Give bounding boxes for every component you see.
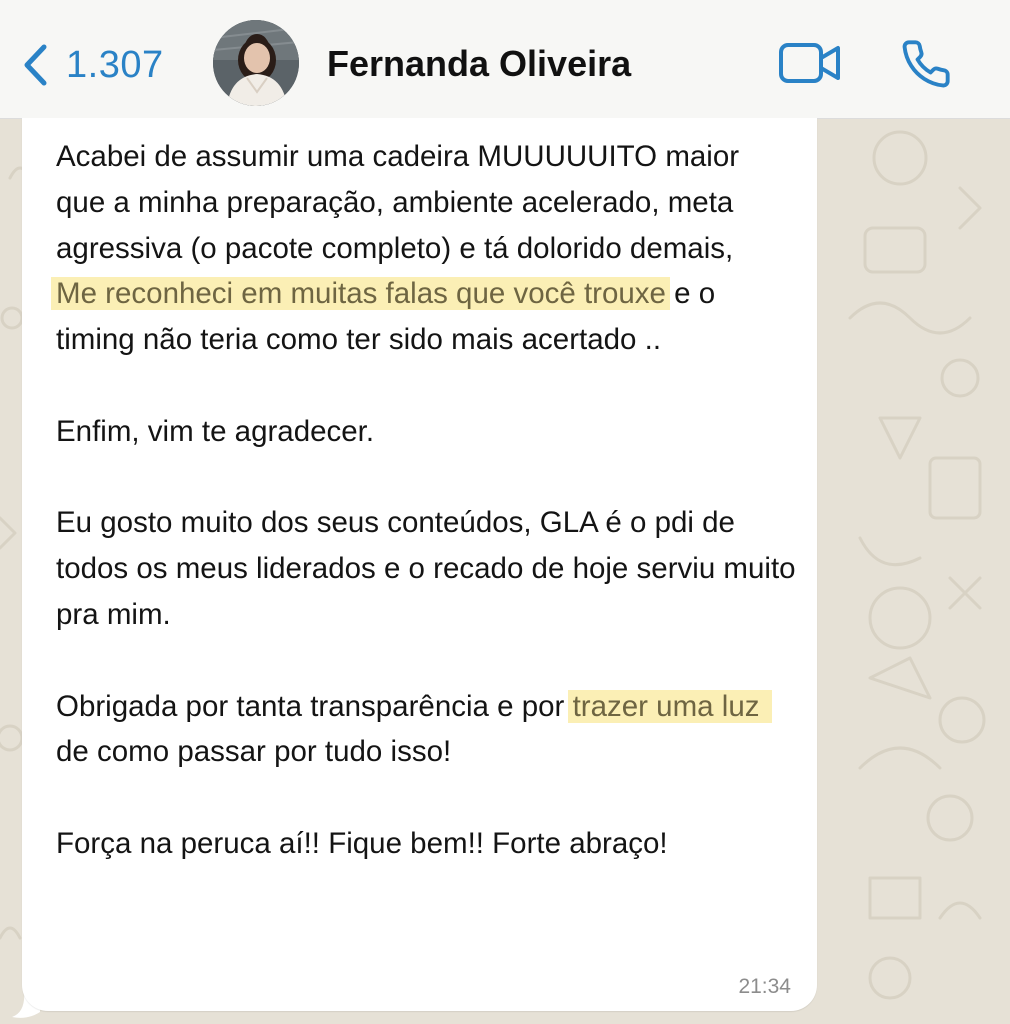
video-call-button[interactable]: [778, 40, 842, 91]
chevron-left-icon: [24, 44, 47, 86]
paragraph-2: Enfim, vim te agradecer.: [56, 414, 375, 448]
profile-photo: [213, 20, 299, 106]
back-button[interactable]: 1.307: [22, 38, 164, 92]
unread-count: 1.307: [66, 43, 164, 86]
message-timestamp: 21:34: [738, 975, 791, 998]
chat-header: 1.307 Fernanda Oliveira: [0, 0, 1010, 119]
message-text: Acabei de assumir uma cadeira MUUUUUITO …: [51, 134, 796, 867]
highlighted-phrase-2: trazer uma luz: [567, 689, 772, 723]
video-camera-icon: [779, 43, 840, 83]
paragraph-3: Eu gosto muito dos seus conteúdos, GLA é…: [56, 506, 804, 631]
message-bubble[interactable]: Acabei de assumir uma cadeira MUUUUUITO …: [22, 118, 817, 1011]
voice-call-button[interactable]: [900, 38, 952, 95]
paragraph-5: Força na peruca aí!! Fique bem!! Forte a…: [56, 826, 668, 860]
contact-name[interactable]: Fernanda Oliveira: [327, 43, 631, 85]
avatar[interactable]: [213, 20, 299, 106]
highlighted-phrase-1: Me reconheci em muitas falas que você tr…: [51, 277, 670, 311]
phone-icon: [902, 40, 950, 88]
paragraph-1: Acabei de assumir uma cadeira MUUUUUITO …: [51, 140, 747, 356]
paragraph-4: Obrigada por tanta transparência e por t…: [56, 689, 772, 768]
